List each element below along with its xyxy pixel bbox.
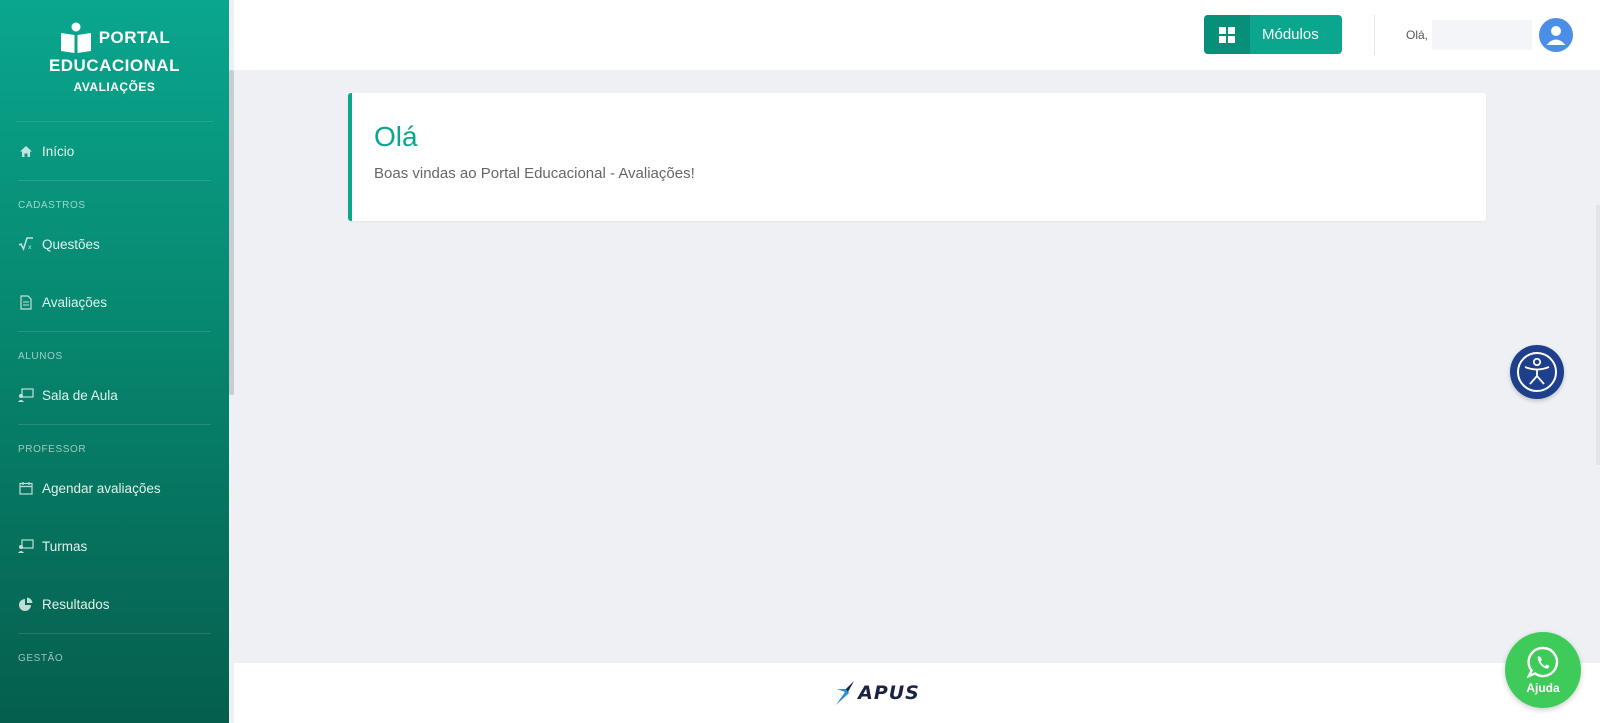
sidebar-item-questoes[interactable]: x Questões [0, 215, 229, 273]
user-greeting: Olá, [1406, 28, 1429, 42]
user-avatar-icon[interactable] [1539, 18, 1573, 52]
sidebar-item-label: Turmas [42, 538, 88, 554]
brand-row: PORTAL [59, 22, 171, 54]
sidebar-item-label: Sala de Aula [42, 387, 118, 403]
apus-logo: APUS [834, 680, 920, 706]
sidebar-item-resultados[interactable]: Resultados [0, 575, 229, 633]
topbar-divider [1374, 15, 1375, 55]
section-gestao: GESTÃO [18, 653, 64, 664]
grid-icon [1204, 15, 1250, 54]
page-scrollbar[interactable] [1596, 205, 1600, 465]
section-professor: PROFESSOR [18, 444, 87, 455]
section-alunos: ALUNOS [18, 351, 63, 362]
document-icon [18, 294, 34, 310]
svg-text:x: x [28, 244, 32, 251]
footer: APUS [234, 663, 1600, 723]
classroom-icon [18, 387, 34, 403]
sidebar-item-agendar-avaliacoes[interactable]: Agendar avaliações [0, 459, 229, 517]
sidebar-item-label: Resultados [42, 596, 110, 612]
sidebar-item-label: Avaliações [42, 294, 108, 310]
sidebar-item-avaliacoes[interactable]: Avaliações [0, 273, 229, 331]
whatsapp-help-button[interactable]: Ajuda [1505, 632, 1581, 708]
home-icon [18, 143, 34, 159]
welcome-text: Boas vindas ao Portal Educacional - Aval… [374, 165, 695, 182]
brand[interactable]: PORTAL EDUCACIONAL AVALIAÇÕES [16, 0, 213, 122]
sidebar: PORTAL EDUCACIONAL AVALIAÇÕES Início CAD… [0, 0, 229, 723]
welcome-card: Olá Boas vindas ao Portal Educacional - … [348, 93, 1486, 221]
brand-line-2: EDUCACIONAL [48, 56, 181, 75]
user-name-redacted [1432, 20, 1532, 50]
sidebar-item-inicio[interactable]: Início [0, 122, 229, 180]
topbar: Módulos Olá, [234, 0, 1600, 70]
welcome-title: Olá [374, 121, 418, 152]
accessibility-icon [1517, 352, 1557, 392]
calendar-icon [18, 480, 34, 496]
apus-logo-icon [836, 681, 855, 705]
sidebar-item-turmas[interactable]: Turmas [0, 517, 229, 575]
sidebar-item-label: Questões [42, 236, 100, 252]
sidebar-item-label: Início [42, 143, 75, 159]
sidebar-item-sala-de-aula[interactable]: Sala de Aula [0, 366, 229, 424]
portal-logo-icon [59, 22, 93, 54]
brand-line-1: PORTAL [98, 28, 171, 47]
pie-chart-icon [18, 596, 34, 612]
sidebar-item-label: Agendar avaliações [42, 480, 161, 496]
modules-label: Módulos [1262, 26, 1319, 43]
whatsapp-icon [1526, 646, 1559, 679]
help-label: Ajuda [1526, 681, 1560, 695]
section-cadastros: CADASTROS [18, 200, 86, 211]
sidebar-scrollbar[interactable] [229, 70, 234, 395]
modules-button[interactable]: Módulos [1204, 15, 1342, 54]
brand-line-3: AVALIAÇÕES [73, 80, 156, 94]
accessibility-button[interactable] [1510, 345, 1564, 399]
apus-logo-text: APUS [858, 682, 920, 704]
square-root-icon: x [18, 236, 34, 252]
classroom-icon [18, 538, 34, 554]
